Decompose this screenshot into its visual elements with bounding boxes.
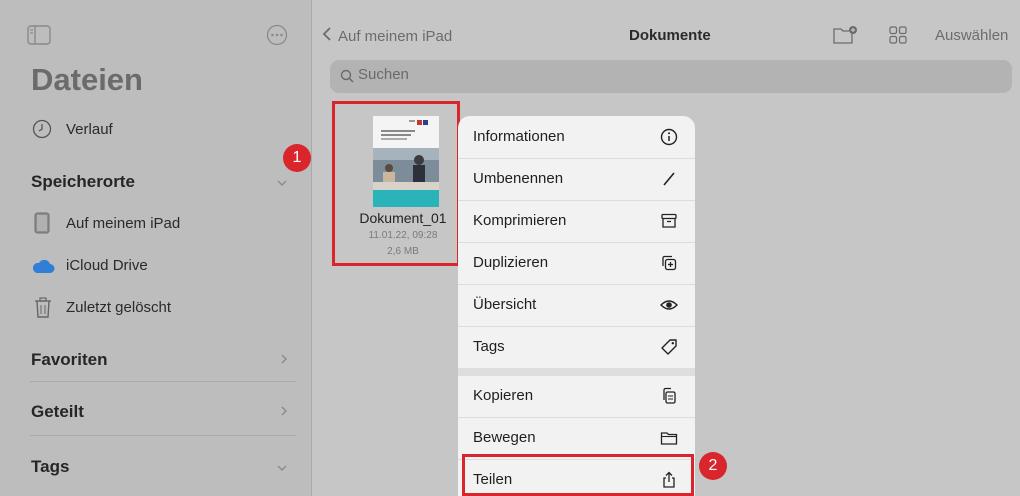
section-header-tags[interactable]: Tags xyxy=(31,457,69,477)
copy-icon xyxy=(659,386,679,406)
menu-item-quicklook[interactable]: Übersicht xyxy=(458,284,695,326)
grid-view-icon[interactable] xyxy=(889,26,907,49)
search-input[interactable] xyxy=(330,60,1012,93)
menu-item-info[interactable]: Informationen xyxy=(458,116,695,158)
file-name[interactable]: Dokument_01 xyxy=(347,210,459,226)
menu-item-duplicate[interactable]: Duplizieren xyxy=(458,242,695,284)
tag-icon xyxy=(659,337,679,357)
menu-item-label: Bewegen xyxy=(473,429,536,446)
divider xyxy=(30,381,296,382)
back-button[interactable]: Auf meinem iPad xyxy=(322,26,452,46)
file-date: 11.01.22, 09:28 xyxy=(368,230,438,241)
clock-icon xyxy=(32,119,52,144)
chevron-right-icon[interactable] xyxy=(277,352,291,366)
back-label: Auf meinem iPad xyxy=(338,27,453,45)
ipad-icon xyxy=(34,212,50,239)
step-badge-2: 2 xyxy=(699,452,727,480)
sidebar-item-label: Verlauf xyxy=(66,121,113,138)
info-icon xyxy=(659,127,679,147)
menu-item-compress[interactable]: Komprimieren xyxy=(458,200,695,242)
archive-box-icon xyxy=(659,211,679,231)
chevron-down-icon[interactable] xyxy=(275,176,289,190)
sidebar-item-label: iCloud Drive xyxy=(66,257,148,274)
step-badge-1: 1 xyxy=(283,144,311,172)
menu-item-copy[interactable]: Kopieren xyxy=(458,375,695,417)
section-header-locations[interactable]: Speicherorte xyxy=(31,172,135,192)
file-thumbnail[interactable] xyxy=(373,116,439,207)
duplicate-icon xyxy=(659,253,679,273)
sidebar-item-label: Auf meinem iPad xyxy=(66,215,181,232)
menu-item-label: Kopieren xyxy=(473,387,534,404)
menu-item-move[interactable]: Bewegen xyxy=(458,417,695,459)
menu-item-label: Duplizieren xyxy=(473,254,549,271)
menu-item-label: Informationen xyxy=(473,128,565,145)
search-icon xyxy=(340,69,354,88)
sidebar-item-label: Zuletzt gelöscht xyxy=(66,299,172,316)
new-folder-icon[interactable] xyxy=(833,25,859,50)
search-placeholder: Suchen xyxy=(358,66,409,83)
context-menu: Informationen Umbenennen Komprimieren Du… xyxy=(458,116,695,496)
pencil-icon xyxy=(659,169,679,189)
chevron-down-icon[interactable] xyxy=(275,461,289,475)
select-button[interactable]: Auswählen xyxy=(935,27,1008,44)
section-header-shared[interactable]: Geteilt xyxy=(31,402,84,422)
sidebar: Dateien Verlauf Speicherorte Auf meinem … xyxy=(0,0,312,496)
cloud-icon xyxy=(31,258,55,279)
share-highlight-box xyxy=(462,454,694,496)
sidebar-title: Dateien xyxy=(31,62,143,97)
divider xyxy=(30,435,296,436)
trash-icon xyxy=(34,297,52,323)
sidebar-toggle-icon[interactable] xyxy=(27,25,51,45)
menu-item-label: Übersicht xyxy=(473,296,537,313)
menu-item-tags[interactable]: Tags xyxy=(458,326,695,368)
menu-item-label: Tags xyxy=(473,338,505,355)
page-title: Dokumente xyxy=(629,27,711,44)
chevron-left-icon xyxy=(322,26,332,46)
menu-item-label: Umbenennen xyxy=(473,170,564,187)
more-options-icon[interactable] xyxy=(266,24,288,46)
eye-icon xyxy=(659,295,679,315)
menu-item-label: Komprimieren xyxy=(473,212,567,229)
file-size: 2,6 MB xyxy=(387,246,419,257)
section-header-favorites[interactable]: Favoriten xyxy=(31,350,108,370)
chevron-right-icon[interactable] xyxy=(277,404,291,418)
folder-icon xyxy=(659,428,679,448)
menu-item-rename[interactable]: Umbenennen xyxy=(458,158,695,200)
